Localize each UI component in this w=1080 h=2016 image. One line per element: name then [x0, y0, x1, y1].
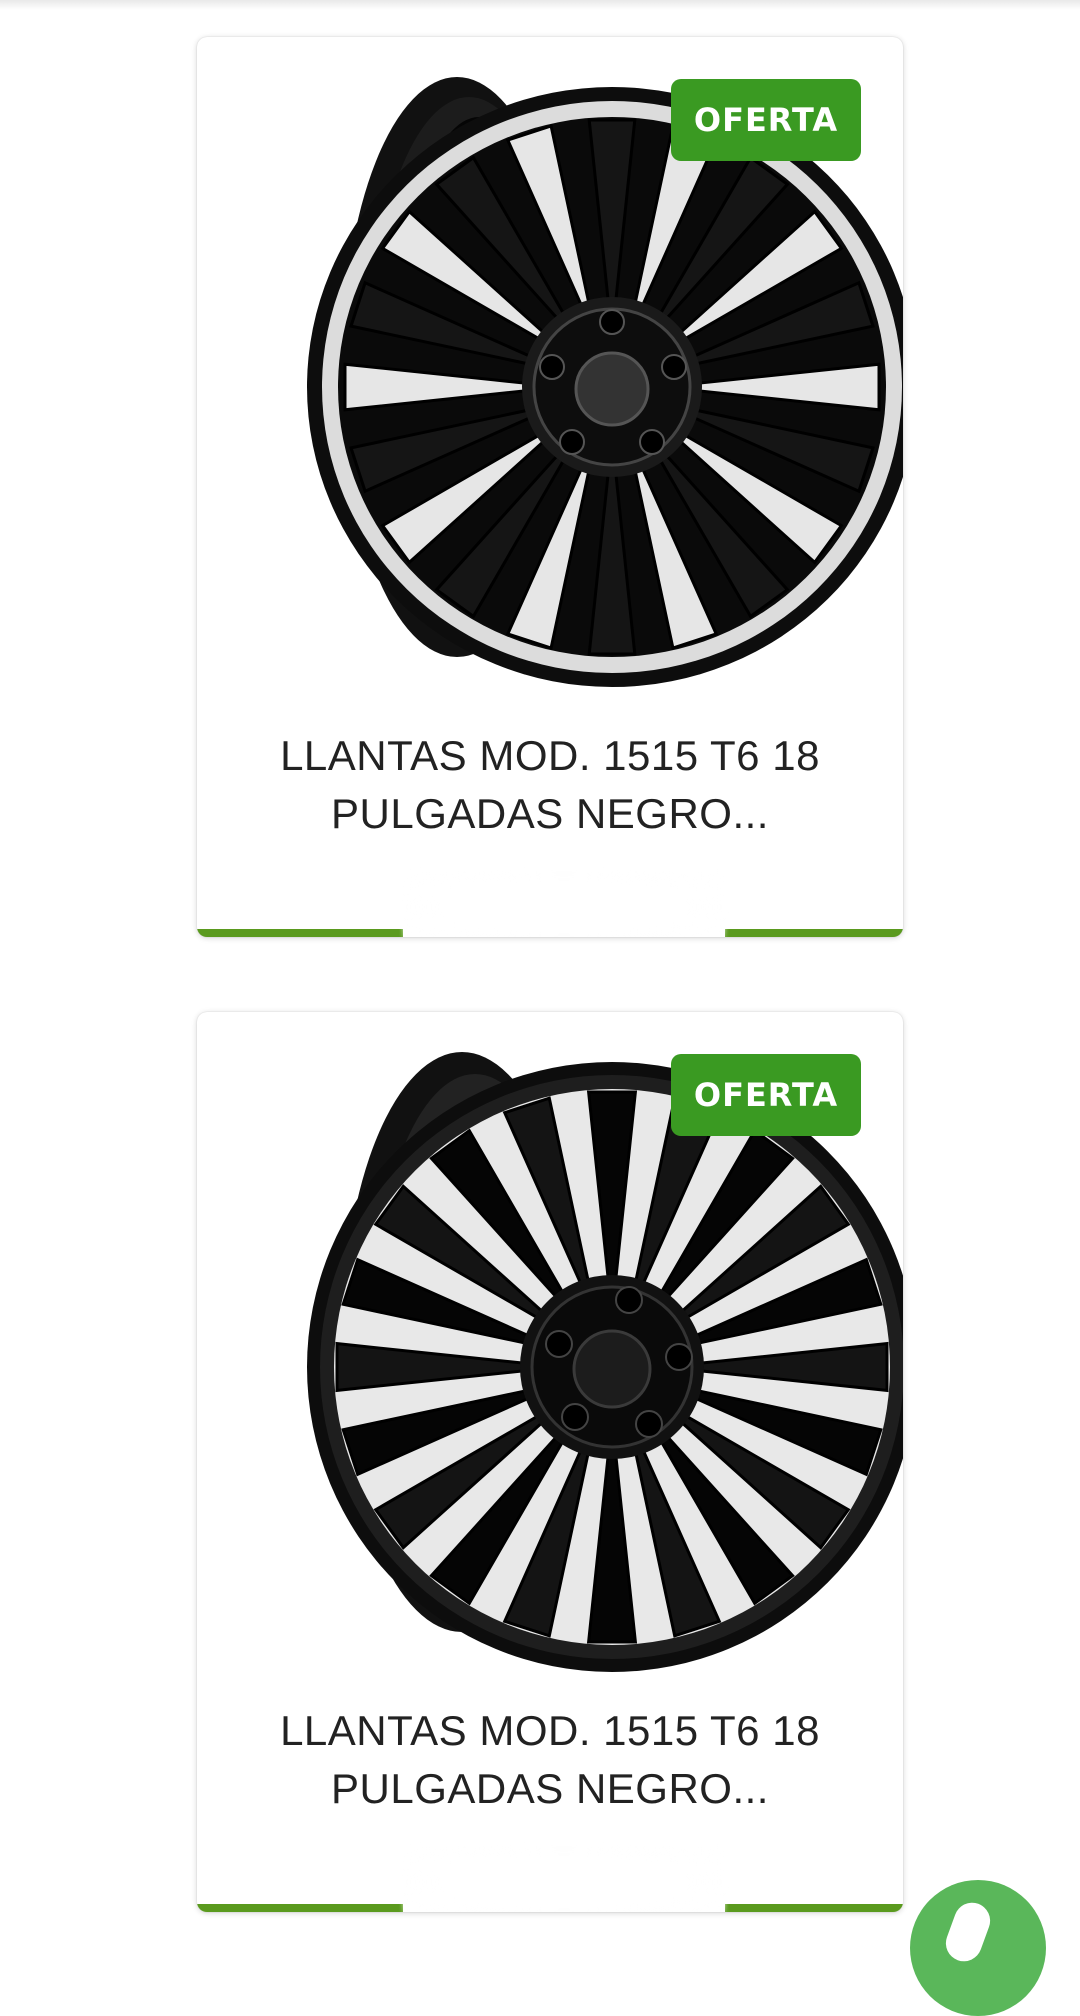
product-card[interactable]: OFERTA LLANTAS MOD. 1515 T6 18 PULGADAS …: [197, 37, 903, 937]
whatsapp-button[interactable]: [910, 1880, 1046, 2016]
offer-badge: OFERTA: [671, 1054, 861, 1136]
accent-bar-right: [725, 1904, 903, 1912]
price-placeholder: [403, 1846, 725, 1912]
product-title-line-1: LLANTAS MOD. 1515 T6 18: [280, 1707, 820, 1754]
product-image[interactable]: OFERTA: [197, 1012, 903, 1692]
product-title-line-2: PULGADAS NEGRO...: [331, 1765, 769, 1812]
product-title-line-2: PULGADAS NEGRO...: [331, 790, 769, 837]
product-title-line-1: LLANTAS MOD. 1515 T6 18: [280, 732, 820, 779]
product-title[interactable]: LLANTAS MOD. 1515 T6 18 PULGADAS NEGRO..…: [227, 727, 873, 843]
whatsapp-icon: [940, 1897, 996, 1967]
accent-bar-left: [197, 1904, 403, 1912]
accent-bar-right: [725, 929, 903, 937]
accent-bar-left: [197, 929, 403, 937]
product-card[interactable]: OFERTA LLANTAS MOD. 1515 T6 18 PULGADAS …: [197, 1012, 903, 1912]
product-image[interactable]: OFERTA: [197, 37, 903, 717]
offer-badge: OFERTA: [671, 79, 861, 161]
product-title[interactable]: LLANTAS MOD. 1515 T6 18 PULGADAS NEGRO..…: [227, 1702, 873, 1818]
top-shadow: [0, 0, 1080, 10]
price-placeholder: [403, 871, 725, 937]
